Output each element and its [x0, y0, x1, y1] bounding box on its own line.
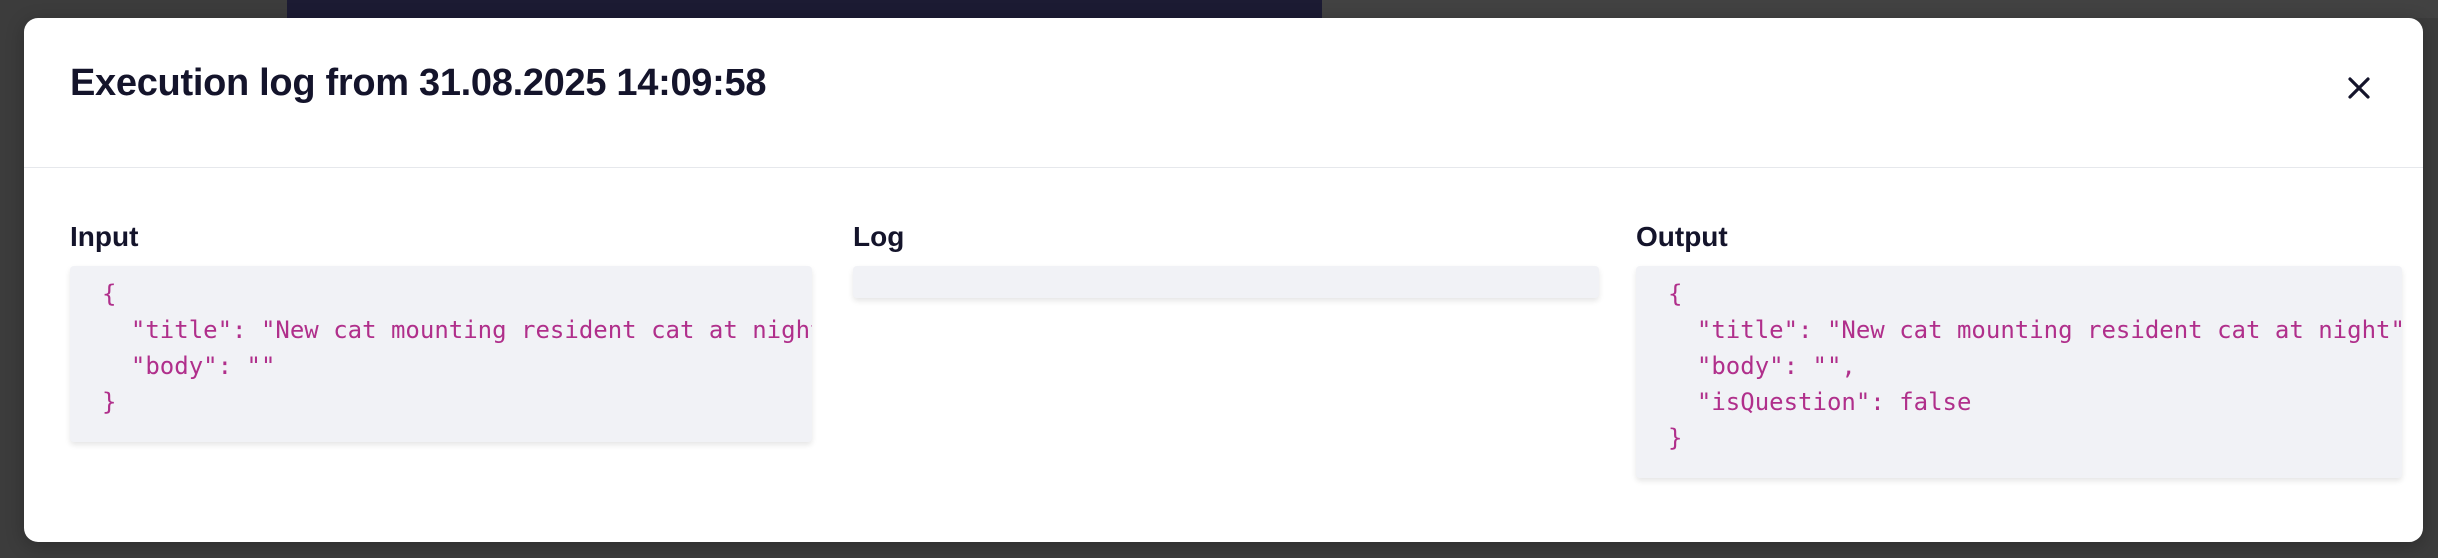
background-page-strip	[287, 0, 1322, 18]
modal-title: Execution log from 31.08.2025 14:09:58	[70, 62, 767, 104]
input-label: Input	[70, 221, 139, 252]
log-panel: Log	[853, 220, 1599, 298]
output-json: { "title": "New cat mounting resident ca…	[1668, 280, 2402, 452]
output-code-block: { "title": "New cat mounting resident ca…	[1636, 266, 2402, 478]
output-label: Output	[1636, 221, 1728, 252]
output-panel: Output { "title": "New cat mounting resi…	[1636, 220, 2402, 478]
close-icon	[2348, 77, 2370, 99]
input-panel: Input { "title": "New cat mounting resid…	[70, 220, 812, 442]
execution-log-modal: Execution log from 31.08.2025 14:09:58 I…	[24, 18, 2423, 542]
input-json: { "title": "New cat mounting resident ca…	[102, 280, 812, 416]
input-code-block: { "title": "New cat mounting resident ca…	[70, 266, 812, 442]
modal-header: Execution log from 31.08.2025 14:09:58	[24, 18, 2423, 168]
log-code-block	[853, 266, 1599, 298]
close-button[interactable]	[2339, 68, 2379, 108]
background-page-area	[1322, 0, 2438, 18]
log-label: Log	[853, 221, 905, 252]
log-text	[853, 266, 1599, 276]
